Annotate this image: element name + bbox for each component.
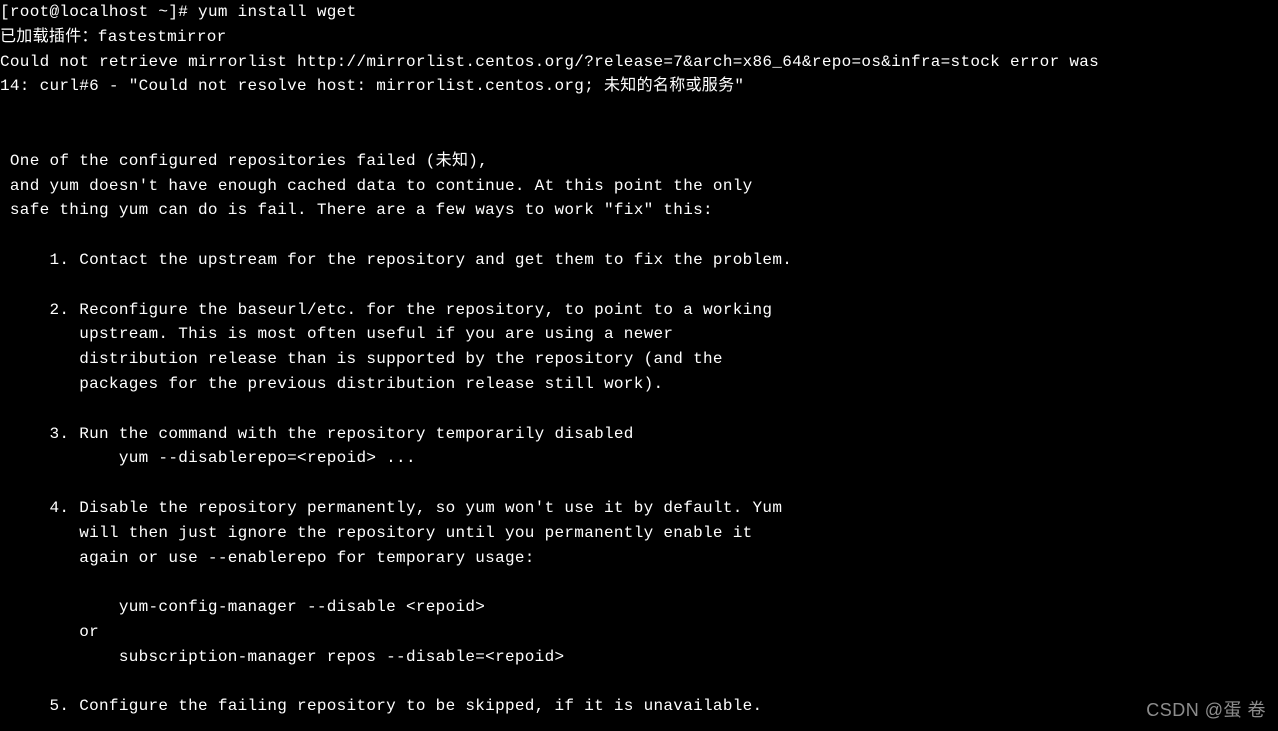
prompt-line: [root@localhost ~]# yum install wget (0, 3, 356, 21)
output-line: Could not retrieve mirrorlist http://mir… (0, 53, 1099, 71)
output-line: yum-config-manager --disable <repoid> (0, 598, 485, 616)
output-line: One of the configured repositories faile… (0, 152, 488, 170)
output-line: or (0, 623, 99, 641)
output-line: safe thing yum can do is fail. There are… (0, 201, 713, 219)
output-line: will then just ignore the repository unt… (0, 524, 753, 542)
output-line: 5. Configure the failing repository to b… (0, 697, 762, 715)
shell-command: yum install wget (198, 3, 356, 21)
output-line: 4. Disable the repository permanently, s… (0, 499, 782, 517)
output-line: 14: curl#6 - "Could not resolve host: mi… (0, 77, 744, 95)
output-line: again or use --enablerepo for temporary … (0, 549, 535, 567)
output-line: 已加载插件：fastestmirror (0, 28, 227, 46)
output-line: 1. Contact the upstream for the reposito… (0, 251, 792, 269)
output-line: and yum doesn't have enough cached data … (0, 177, 753, 195)
terminal-output[interactable]: [root@localhost ~]# yum install wget 已加载… (0, 0, 1278, 719)
output-line: yum --disablerepo=<repoid> ... (0, 449, 416, 467)
shell-prompt: [root@localhost ~]# (0, 3, 188, 21)
output-line: upstream. This is most often useful if y… (0, 325, 673, 343)
output-line: packages for the previous distribution r… (0, 375, 663, 393)
output-line: subscription-manager repos --disable=<re… (0, 648, 564, 666)
output-line: distribution release than is supported b… (0, 350, 723, 368)
output-line: 2. Reconfigure the baseurl/etc. for the … (0, 301, 772, 319)
watermark-text: CSDN @蛋 卷 (1146, 697, 1266, 725)
output-line: 3. Run the command with the repository t… (0, 425, 634, 443)
